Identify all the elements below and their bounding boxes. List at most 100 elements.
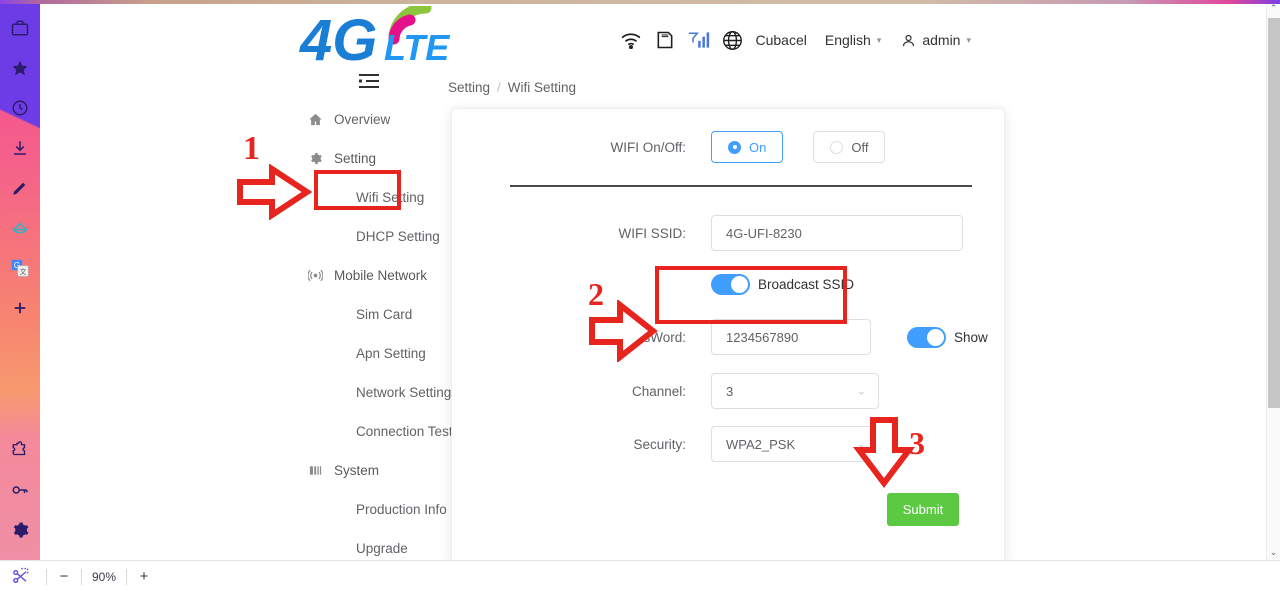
page-scrollbar[interactable]: ⌃ ⌄	[1266, 0, 1280, 560]
sidebar-item-label: DHCP Setting	[356, 229, 440, 244]
show-password-toggle[interactable]	[907, 326, 946, 348]
sidebar-item-upgrade[interactable]: Upgrade	[300, 529, 475, 560]
password-row: PassWord: 1234567890 Show	[452, 319, 1006, 355]
wifi-ssid-input[interactable]: 4G-UFI-8230	[711, 215, 963, 251]
security-select[interactable]: WPA2_PSK ⌄	[711, 426, 879, 462]
extension-icon[interactable]	[0, 430, 40, 470]
chevron-down-icon: ▾	[876, 34, 882, 45]
submit-button[interactable]: Submit	[887, 493, 959, 526]
wifi-onoff-radio-group: On Off	[711, 131, 886, 163]
add-icon[interactable]	[0, 288, 40, 328]
broadcast-ssid-toggle[interactable]	[711, 274, 750, 295]
breadcrumb-separator: /	[497, 80, 501, 95]
collapse-menu-icon[interactable]	[358, 72, 380, 92]
sidebar-item-overview[interactable]: Overview	[300, 100, 475, 139]
sidebar-item-label: Setting	[334, 151, 377, 166]
sidebar-item-setting[interactable]: Setting ⌃	[300, 139, 475, 178]
svg-text:文: 文	[20, 267, 27, 276]
globe-icon	[716, 24, 750, 56]
chevron-down-icon: ⌄	[856, 438, 866, 451]
sidebar-item-production-info[interactable]: Production Info	[300, 490, 475, 529]
history-icon[interactable]	[0, 88, 40, 128]
sidebar-item-mobile-network[interactable]: Mobile Network ⌃	[300, 256, 475, 295]
wifi-on-label: On	[749, 139, 767, 155]
security-value: WPA2_PSK	[726, 436, 796, 452]
sidebar-item-dhcp-setting[interactable]: DHCP Setting	[300, 217, 475, 256]
signal-tower-icon	[308, 268, 328, 283]
scroll-down-arrow-icon[interactable]: ⌄	[1270, 544, 1278, 560]
svg-text:4G: 4G	[299, 8, 377, 72]
radio-dot-icon	[830, 140, 844, 154]
sidebar-item-network-setting[interactable]: Network Setting	[300, 373, 475, 412]
page-header: 4G LTE Cubacel English ▾ admin ▾	[40, 4, 1266, 88]
sidebar-item-label: Upgrade	[356, 541, 408, 556]
sidebar-item-system[interactable]: System ⌃	[300, 451, 475, 490]
sidebar-item-label: Apn Setting	[356, 346, 426, 361]
language-selector[interactable]: English ▾	[825, 32, 881, 48]
pen-icon[interactable]	[0, 168, 40, 208]
sidebar-item-label: System	[334, 463, 380, 478]
show-password-control: Show	[907, 326, 988, 348]
browser-top-accent-strip	[0, 0, 1280, 4]
sidebar-item-apn-setting[interactable]: Apn Setting	[300, 334, 475, 373]
sidebar-item-sim-card[interactable]: Sim Card	[300, 295, 475, 334]
sidebar-item-wifi-setting[interactable]: Wifi Setting	[300, 178, 475, 217]
wifi-off-label: Off	[851, 139, 869, 155]
channel-label: Channel:	[631, 383, 686, 399]
sidebar-item-label: Overview	[334, 112, 391, 127]
scrollbar-thumb[interactable]	[1267, 18, 1280, 408]
download-icon[interactable]	[0, 128, 40, 168]
security-label: Security:	[633, 436, 686, 452]
breadcrumb-parent[interactable]: Setting	[448, 80, 490, 95]
password-label: PassWord:	[620, 329, 686, 345]
star-icon[interactable]	[0, 48, 40, 88]
wifi-ssid-row: WIFI SSID: 4G-UFI-8230	[452, 215, 1006, 251]
translate-icon[interactable]: G文	[0, 248, 40, 288]
briefcase-icon[interactable]	[0, 8, 40, 48]
security-row: Security: WPA2_PSK ⌄	[452, 426, 1006, 462]
sidebar-item-label: Network Setting	[356, 385, 452, 400]
header-nav: Cubacel English ▾ admin ▾	[614, 24, 992, 56]
user-menu[interactable]: admin ▾	[901, 32, 971, 48]
wifi-icon	[614, 24, 648, 56]
channel-select[interactable]: 3 ⌄	[711, 373, 879, 409]
password-input[interactable]: 1234567890	[711, 319, 871, 355]
signal-bars-icon	[682, 24, 716, 56]
svg-text:LTE: LTE	[384, 27, 450, 68]
browser-side-rail: G文	[0, 0, 40, 560]
chevron-down-icon: ▾	[966, 34, 971, 45]
screenshot-root: G文 4G LTE Cubacel English ▾ admin ▾ Sett…	[0, 0, 1280, 592]
radio-dot-icon	[728, 140, 741, 154]
server-icon	[308, 463, 328, 478]
wifi-setting-panel: WIFI On/Off: On Off WIFI SSID: 4G-UFI-82…	[451, 108, 1005, 560]
sim-card-icon	[648, 24, 682, 56]
wifi-off-radio[interactable]: Off	[813, 131, 886, 163]
browser-bottom-bar: − 90% +	[0, 560, 1280, 592]
breadcrumb-current: Wifi Setting	[507, 80, 577, 95]
carrier-name: Cubacel	[755, 32, 807, 48]
sidebar-item-label: Production Info	[356, 502, 447, 517]
sidebar-item-label: Connection Test	[356, 424, 453, 439]
snip-scissors-icon[interactable]	[0, 567, 40, 586]
show-password-label: Show	[954, 329, 988, 345]
router-admin-page: 4G LTE Cubacel English ▾ admin ▾ Setting…	[40, 4, 1266, 560]
sidebar-nav: Overview Setting ⌃ Wifi Setting DHCP Set…	[300, 100, 475, 560]
channel-value: 3	[726, 383, 734, 399]
section-divider	[510, 185, 972, 187]
scrollbar-track[interactable]	[1267, 16, 1280, 544]
chevron-down-icon: ⌄	[856, 385, 866, 398]
sidebar-item-connection-test[interactable]: Connection Test	[300, 412, 475, 451]
wifi-on-radio[interactable]: On	[711, 131, 784, 163]
zoom-out-button[interactable]: −	[53, 566, 75, 588]
zoom-in-button[interactable]: +	[133, 566, 155, 588]
gear-icon	[308, 151, 328, 166]
sidebar-item-label: Sim Card	[356, 307, 413, 322]
user-icon	[901, 33, 916, 48]
wifi-onoff-label: WIFI On/Off:	[610, 139, 686, 155]
language-label: English	[824, 32, 871, 48]
broadcast-ssid-row: Broadcast SSID	[711, 274, 854, 295]
key-icon[interactable]	[0, 470, 40, 510]
brand-logo-4glte: 4G LTE	[298, 6, 488, 72]
cloud-icon[interactable]	[0, 208, 40, 248]
settings-icon[interactable]	[0, 510, 40, 550]
